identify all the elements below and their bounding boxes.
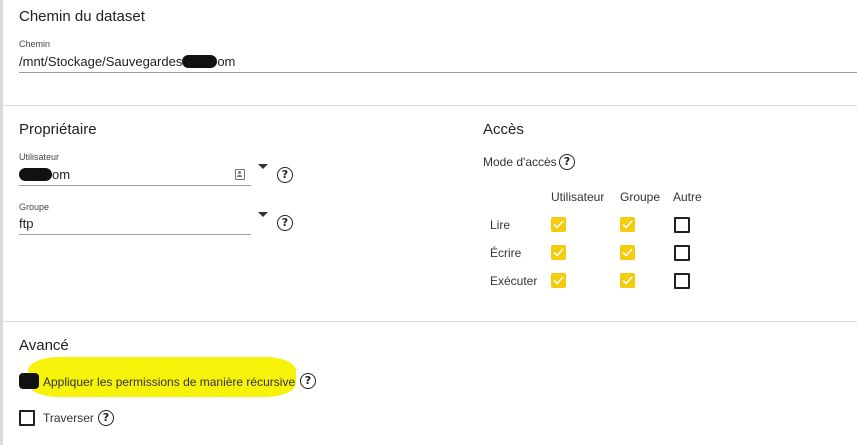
column-header-group: Groupe [620,190,661,204]
access-mode-label: Mode d'accès [483,155,557,169]
check-icon [553,248,564,257]
person-icon[interactable] [235,169,245,180]
path-field-value[interactable]: /mnt/Stockage/Sauvegardes om [19,54,235,69]
dataset-path-title: Chemin du dataset [19,8,145,25]
check-icon [553,220,564,229]
advanced-title: Avancé [19,337,69,354]
check-icon [553,276,564,285]
check-icon [622,220,633,229]
caret-down-icon[interactable] [258,164,268,169]
caret-down-icon[interactable] [258,212,268,217]
user-value-suffix: om [52,167,71,182]
help-circle-icon[interactable]: ? [98,410,114,426]
left-border [0,0,3,445]
row-label-read: Lire [490,218,511,232]
row-label-execute: Exécuter [490,274,538,288]
row-label-write: Écrire [490,246,522,260]
redacted-block [19,168,52,181]
group-field-label: Groupe [19,202,50,212]
group-field-underline [19,234,251,235]
checkbox-read-user[interactable] [551,217,566,232]
user-field-underline [19,185,251,186]
owner-title: Propriétaire [19,121,97,138]
column-header-user: Utilisateur [551,190,605,204]
recursive-checkbox[interactable] [19,373,39,389]
path-field-underline [19,72,857,73]
checkbox-write-group[interactable] [620,245,635,260]
section-divider [3,105,857,106]
traverse-checkbox[interactable] [19,410,35,426]
column-header-other: Autre [673,190,702,204]
checkbox-read-group[interactable] [620,217,635,232]
checkbox-execute-other[interactable] [674,273,690,289]
check-icon [622,276,633,285]
recursive-label: Appliquer les permissions de manière réc… [43,375,296,389]
path-value-prefix: /mnt/Stockage/Sauvegardes [19,54,183,69]
checkbox-execute-user[interactable] [551,273,566,288]
check-icon [622,248,633,257]
traverse-label: Traverser [43,411,94,425]
group-field-value[interactable]: ftp [19,216,33,231]
redacted-block [182,55,218,68]
checkbox-write-other[interactable] [674,245,690,261]
access-title: Accès [483,121,524,138]
path-field-label: Chemin [19,39,51,49]
user-field-value[interactable]: om [19,167,70,182]
help-circle-icon[interactable]: ? [559,154,575,170]
help-circle-icon[interactable]: ? [277,215,293,231]
path-value-suffix: om [217,54,236,69]
help-circle-icon[interactable]: ? [277,167,293,183]
checkbox-execute-group[interactable] [620,273,635,288]
user-field-label: Utilisateur [19,152,60,162]
help-circle-icon[interactable]: ? [300,373,316,389]
checkbox-write-user[interactable] [551,245,566,260]
section-divider [3,321,857,322]
checkbox-read-other[interactable] [674,217,690,233]
